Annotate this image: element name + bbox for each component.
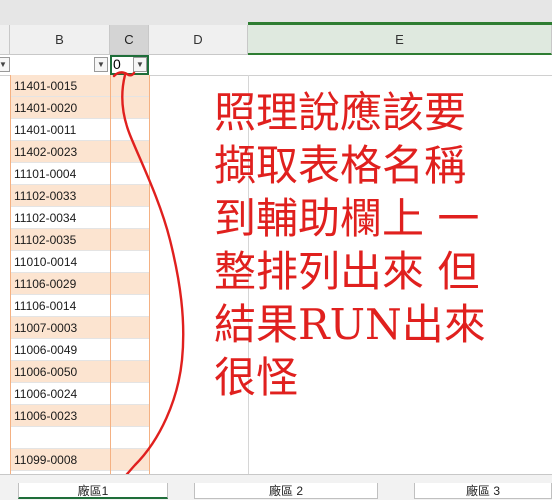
table-row: 11006-0023 (0, 405, 150, 427)
cell-b[interactable]: 11006-0050 (10, 361, 110, 383)
cell-c[interactable] (110, 449, 149, 471)
column-b-left-border (10, 75, 11, 474)
cell-c[interactable] (110, 97, 149, 119)
sheet-tab-3-label: 廠區 3 (465, 484, 500, 498)
sheet-tab-3[interactable]: 廠區 3 (414, 483, 552, 499)
table-row: 11106-0029 (0, 273, 150, 295)
sheet-tab-2-label: 廠區 2 (268, 484, 303, 498)
annotation-line: 到輔助欄上 一 (214, 194, 480, 243)
sheet-tab-1-label: 廠區1 (77, 483, 109, 498)
table-row: 11006-0050 (0, 361, 150, 383)
table-row: 11007-0003 (0, 317, 150, 339)
cell-b[interactable]: 11102-0035 (10, 229, 110, 251)
cell-c[interactable] (110, 405, 149, 427)
table-row: 11106-0014 (0, 295, 150, 317)
table-row: 11102-0034 (0, 207, 150, 229)
table-row: 11101-0004 (0, 163, 150, 185)
column-header-b[interactable]: B (10, 25, 110, 55)
cell-b[interactable]: 11402-0023 (10, 141, 110, 163)
cell-c[interactable] (110, 185, 149, 207)
filter-dropdown-b-icon[interactable]: ▼ (94, 57, 108, 72)
column-header-d[interactable]: D (149, 25, 248, 55)
table-row: 11102-0033 (0, 185, 150, 207)
filter-dropdown-a-icon[interactable]: ▼ (0, 57, 10, 72)
cell-c[interactable] (110, 295, 149, 317)
cell-b[interactable]: 11006-0024 (10, 383, 110, 405)
annotation-line: 照理說應該要 (214, 88, 467, 137)
column-b-label: B (55, 32, 64, 47)
column-c-label: C (124, 32, 134, 47)
cell-b[interactable]: 11007-0003 (10, 317, 110, 339)
cell-c[interactable] (110, 229, 149, 251)
table-row: 11402-0023 (0, 141, 150, 163)
column-header-c[interactable]: C (110, 25, 149, 55)
column-header-e[interactable]: E (248, 25, 552, 55)
cell-b[interactable]: 11101-0004 (10, 163, 110, 185)
cell-c[interactable] (110, 207, 149, 229)
cell-c[interactable] (110, 273, 149, 295)
filter-dropdown-c-icon[interactable]: ▼ (133, 57, 147, 72)
table-row (0, 427, 150, 449)
annotation-line: 很怪 (214, 353, 299, 402)
table-row: 11401-0015 (0, 75, 150, 97)
cell-c[interactable] (110, 119, 149, 141)
table-row: 11102-0035 (0, 229, 150, 251)
cell-b[interactable]: 11102-0033 (10, 185, 110, 207)
sheet-tab-1[interactable]: 廠區1 (18, 483, 168, 499)
cell-b[interactable]: 11106-0029 (10, 273, 110, 295)
autofilter-row (0, 55, 552, 76)
cell-c[interactable] (110, 361, 149, 383)
cell-b[interactable]: 11401-0015 (10, 75, 110, 97)
sheet-tab-2[interactable]: 廠區 2 (194, 483, 378, 499)
column-b-right-border (110, 75, 111, 474)
cell-c[interactable] (110, 383, 149, 405)
cell-c-filter-value: 0 (113, 56, 121, 72)
column-c-right-border (149, 75, 150, 474)
cell-b[interactable]: 11401-0011 (10, 119, 110, 141)
table-row: 11401-0020 (0, 97, 150, 119)
cell-c[interactable] (110, 75, 149, 97)
cell-b[interactable]: 11401-0020 (10, 97, 110, 119)
cell-b[interactable]: 11106-0014 (10, 295, 110, 317)
cell-b[interactable]: 11102-0034 (10, 207, 110, 229)
cell-b[interactable]: 11099-0008 (10, 449, 110, 471)
table-row: 11006-0024 (0, 383, 150, 405)
cell-b[interactable]: 11006-0023 (10, 405, 110, 427)
table-row: 11006-0049 (0, 339, 150, 361)
cell-c[interactable] (110, 251, 149, 273)
annotation-line: 整排列出來 但 (214, 247, 480, 296)
annotation-line: 結果RUN出來 (214, 300, 486, 349)
cell-c[interactable] (110, 339, 149, 361)
cell-c[interactable] (110, 317, 149, 339)
cell-c[interactable] (110, 141, 149, 163)
cell-c[interactable] (110, 163, 149, 185)
cell-c[interactable] (110, 427, 149, 449)
cell-b[interactable] (10, 427, 110, 449)
column-e-label: E (395, 31, 404, 47)
annotation-text: 照理說應該要 擷取表格名稱 到輔助欄上 一整排列出來 但結果RUN出來 很怪 (214, 86, 544, 404)
table-row: 11099-0008 (0, 449, 150, 471)
annotation-line: 擷取表格名稱 (214, 141, 467, 190)
cell-b[interactable]: 11006-0049 (10, 339, 110, 361)
column-d-label: D (193, 32, 203, 47)
column-header-a[interactable] (0, 25, 10, 55)
cell-b[interactable]: 11010-0014 (10, 251, 110, 273)
table-row: 11401-0011 (0, 119, 150, 141)
table-row: 11010-0014 (0, 251, 150, 273)
